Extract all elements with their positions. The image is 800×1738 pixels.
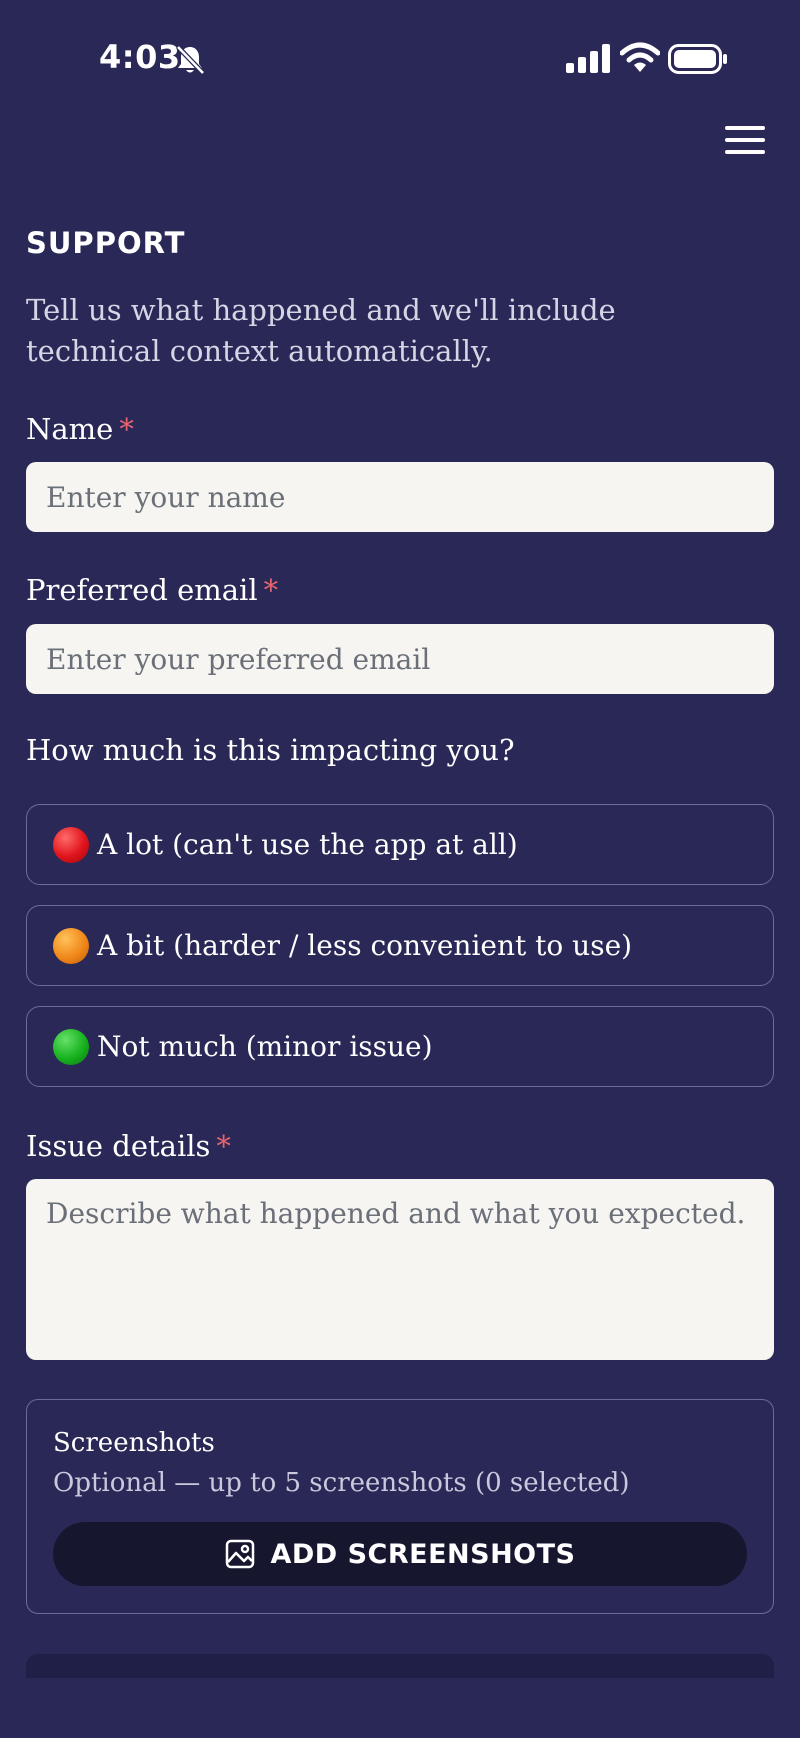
impact-option-label: A lot (can't use the app at all) (97, 828, 518, 861)
orange-circle-icon (53, 927, 89, 964)
name-label-text: Name (26, 412, 114, 446)
bell-slash-icon (176, 45, 205, 75)
cellular-signal-icon (566, 44, 610, 73)
red-circle-icon (53, 826, 89, 863)
impact-option-a-bit[interactable]: A bit (harder / less convenient to use) (26, 905, 774, 986)
screenshots-title: Screenshots (53, 1428, 215, 1458)
issue-details-label: Issue details * (26, 1129, 231, 1163)
name-label: Name * (26, 412, 134, 446)
required-mark: * (263, 573, 279, 607)
impact-option-a-lot[interactable]: A lot (can't use the app at all) (26, 804, 774, 885)
issue-details-textarea[interactable] (26, 1179, 774, 1360)
required-mark: * (119, 412, 134, 446)
impact-question: How much is this impacting you? (26, 733, 515, 767)
screenshots-panel: Screenshots Optional — up to 5 screensho… (26, 1399, 774, 1614)
wifi-icon (620, 42, 660, 72)
email-label-text: Preferred email (26, 573, 258, 607)
name-input[interactable] (26, 462, 774, 532)
add-screenshots-label: ADD SCREENSHOTS (270, 1538, 576, 1570)
support-page: 4:03 SUPPORT Tell us what happened and w… (0, 0, 800, 1738)
battery-icon (668, 44, 727, 74)
green-circle-icon (53, 1028, 89, 1065)
email-input[interactable] (26, 624, 774, 694)
add-screenshots-button[interactable]: ADD SCREENSHOTS (53, 1522, 747, 1586)
image-icon (226, 1539, 255, 1569)
screenshots-subtitle: Optional — up to 5 screenshots (0 select… (53, 1468, 630, 1498)
impact-option-label: Not much (minor issue) (97, 1030, 433, 1063)
page-intro: Tell us what happened and we'll include … (26, 293, 616, 368)
email-label: Preferred email * (26, 573, 278, 607)
hamburger-menu-icon[interactable] (722, 122, 768, 158)
page-title: SUPPORT (26, 226, 186, 260)
bottom-panel-edge (26, 1654, 774, 1678)
impact-option-not-much[interactable]: Not much (minor issue) (26, 1006, 774, 1087)
status-time: 4:03 (99, 38, 181, 76)
status-bar: 4:03 (0, 0, 800, 118)
impact-option-label: A bit (harder / less convenient to use) (97, 929, 633, 962)
required-mark: * (216, 1129, 231, 1163)
issue-details-label-text: Issue details (26, 1129, 211, 1163)
